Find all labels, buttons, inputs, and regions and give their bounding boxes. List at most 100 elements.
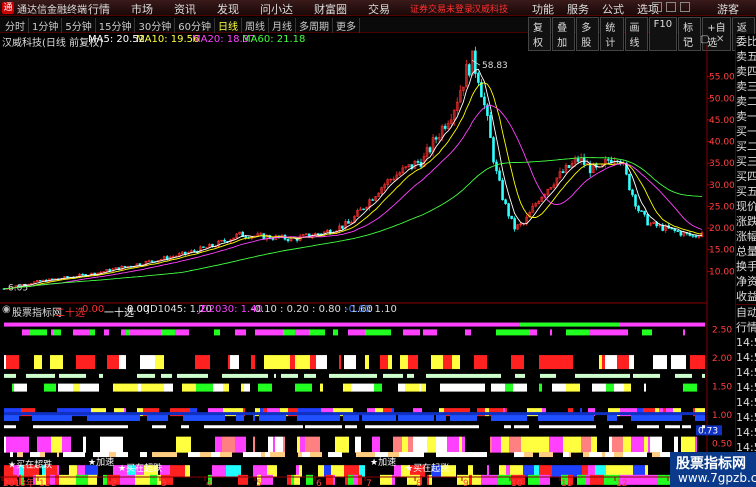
indicator-bar [329, 373, 335, 378]
indicator-tick-label: 1.00 [712, 411, 732, 421]
side-panel-label[interactable]: 卖二 [736, 94, 756, 109]
side-panel-label[interactable]: 卖五 [736, 49, 756, 64]
side-panel-label[interactable]: 收益 [736, 289, 756, 304]
menu-formula[interactable]: 公式 [602, 1, 624, 17]
indicator-bar [304, 373, 307, 378]
side-panel-label[interactable]: 卖四 [736, 64, 756, 79]
tab-timeshare[interactable]: 分时 [2, 18, 29, 33]
indicator-bar [306, 474, 313, 485]
side-panel-label[interactable]: 14:5 [736, 335, 756, 350]
candle-body [480, 82, 483, 98]
candle-body [428, 147, 432, 153]
menu-wealth[interactable]: 财富圈 [314, 1, 347, 17]
panel-settings-icon[interactable]: ▭ [683, 34, 692, 45]
minimize-icon[interactable] [652, 2, 662, 12]
indicator-bar [540, 474, 550, 485]
menu-news[interactable]: 资讯 [174, 1, 196, 17]
indicator-bar [450, 414, 452, 421]
side-panel-label[interactable]: 14:5 [736, 350, 756, 365]
tab-1min[interactable]: 1分钟 [29, 18, 63, 33]
signal-label: ★加速 [88, 457, 114, 468]
kline-chart[interactable]: 58.836.05 55.0050.0045.0040.0035.0030.00… [0, 45, 735, 487]
maximize-icon[interactable] [666, 2, 676, 12]
side-panel-label[interactable]: 14:5 [736, 380, 756, 395]
side-panel-label[interactable]: 换手 [736, 259, 756, 274]
menu-service[interactable]: 服务 [567, 1, 589, 17]
side-panel-label[interactable]: 净资 [736, 274, 756, 289]
panel-scroll-icon[interactable]: ▢ [700, 34, 709, 45]
indicator-bar [156, 452, 164, 458]
tab-multi-period[interactable]: 多周期 [296, 18, 333, 33]
indicator-bar [343, 414, 357, 421]
indicator-bar [228, 425, 241, 429]
side-panel-label[interactable]: 14:5 [736, 365, 756, 380]
side-panel-label[interactable]: 买二 [736, 139, 756, 154]
side-panel-label[interactable]: 卖一 [736, 109, 756, 124]
side-panel-label[interactable]: 14:5 [736, 395, 756, 410]
indicator-bar [88, 474, 97, 485]
tab-more[interactable]: 更多 [333, 18, 360, 33]
indicator-bar [521, 436, 534, 453]
indicator-bar [253, 414, 255, 421]
indicator-bar [426, 425, 428, 429]
menu-discover[interactable]: 发现 [217, 1, 239, 17]
indicator-bar [633, 474, 648, 485]
indicator-bar [508, 414, 523, 421]
tab-daily[interactable]: 日线 [215, 18, 242, 33]
tab-30min[interactable]: 30分钟 [135, 18, 176, 33]
login-notice[interactable]: 证券交易未登录 [410, 2, 473, 15]
indicator-bar [675, 425, 680, 429]
indicator-bar [455, 414, 460, 421]
side-panel-label[interactable]: 自动 [736, 305, 756, 320]
side-panel-label[interactable]: 买三 [736, 154, 756, 169]
indicator-bar [12, 383, 14, 392]
side-panel-label[interactable]: 卖三 [736, 79, 756, 94]
side-panel-label[interactable]: 买一 [736, 124, 756, 139]
menu-function[interactable]: 功能 [532, 1, 554, 17]
tab-15min[interactable]: 15分钟 [96, 18, 136, 33]
panel-close-icon[interactable]: ✕ [716, 34, 724, 45]
indicator-bar [465, 329, 471, 336]
candle-body [640, 210, 643, 212]
tab-60min[interactable]: 60分钟 [175, 18, 215, 33]
side-panel-label[interactable]: 14:5 [736, 425, 756, 440]
side-panel-label[interactable]: 买五 [736, 184, 756, 199]
indicator-bar [190, 373, 201, 378]
indicator-bar [419, 383, 421, 392]
side-panel-label[interactable]: 14:5 [736, 410, 756, 425]
tab-5min[interactable]: 5分钟 [62, 18, 96, 33]
side-panel-label[interactable]: 现价 [736, 199, 756, 214]
indicator-bar [308, 425, 313, 429]
indicator-bar [320, 383, 323, 392]
indicator-bar [141, 383, 155, 392]
indicator-bar [140, 355, 155, 370]
close-icon[interactable] [680, 2, 690, 12]
indicator-bar [253, 436, 255, 453]
side-panel-label[interactable]: 委比 [736, 34, 756, 49]
indicator-bar [370, 414, 383, 421]
side-panel-label[interactable]: 涨跌 [736, 214, 756, 229]
indicator-bar [452, 425, 456, 429]
menu-trade[interactable]: 交易 [368, 1, 390, 17]
indicator-bar [362, 452, 375, 458]
side-panel-label[interactable]: 买四 [736, 169, 756, 184]
indicator-toggle-icon[interactable]: ◉ [2, 304, 11, 315]
indicator-bar [238, 474, 248, 485]
indicator-bar [211, 452, 220, 458]
indicator-bar [79, 329, 88, 336]
indicator-bar [372, 436, 380, 453]
side-panel-label[interactable]: 总量 [736, 244, 756, 259]
menu-quotes[interactable]: 行情 [88, 1, 110, 17]
menu-market[interactable]: 市场 [131, 1, 153, 17]
user-label[interactable]: 游客 [717, 1, 739, 17]
indicator-bar [456, 373, 462, 378]
tab-weekly[interactable]: 周线 [242, 18, 269, 33]
side-panel-label[interactable]: 行情 [736, 320, 756, 335]
tab-monthly[interactable]: 月线 [269, 18, 296, 33]
indicator-bar [388, 355, 392, 370]
side-panel-label[interactable]: 涨幅 [736, 229, 756, 244]
indicator-bar [564, 355, 573, 370]
indicator-bar [214, 329, 220, 336]
x-tick-label: 2013年 [3, 477, 35, 487]
menu-ask[interactable]: 问小达 [260, 1, 293, 17]
